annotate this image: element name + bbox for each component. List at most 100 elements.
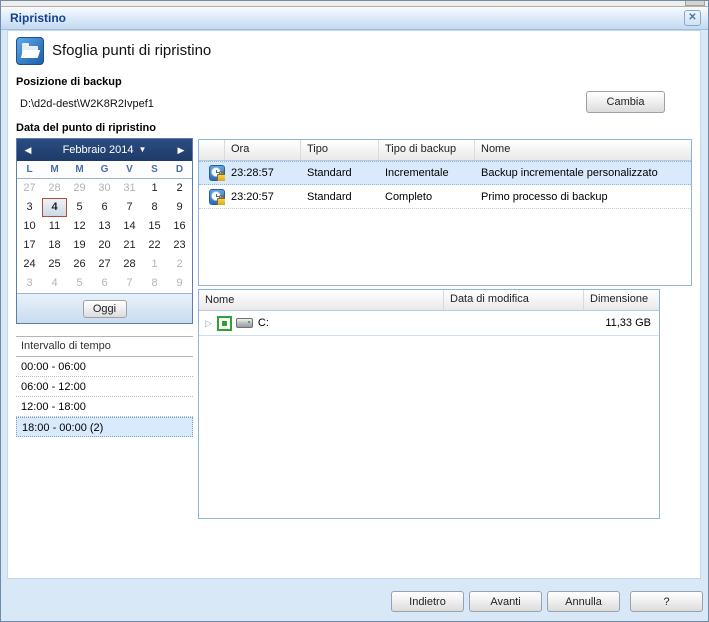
calendar-day[interactable]: 4: [42, 274, 67, 293]
column-header-dimensione[interactable]: Dimensione: [584, 290, 659, 310]
backup-location-path: D:\d2d-dest\W2K8R2Ivpef1: [20, 98, 154, 110]
calendar-day[interactable]: 9: [167, 274, 192, 293]
restore-point-backup-type: Incrementale: [385, 167, 449, 179]
volumes-body: ▷ C: 11,33 GB: [199, 311, 659, 336]
time-range-item[interactable]: 18:00 - 00:00 (2): [16, 417, 193, 437]
calendar-day[interactable]: 16: [167, 217, 192, 236]
calendar-day-headers: L M M G V S D: [17, 161, 192, 179]
time-range-item[interactable]: 00:00 - 06:00: [16, 357, 193, 377]
cancel-button[interactable]: Annulla: [547, 591, 620, 612]
calendar-day[interactable]: 9: [167, 198, 192, 217]
lock-icon: [217, 194, 225, 205]
dialog-content: Sfoglia punti di ripristino Posizione di…: [7, 30, 701, 579]
recovery-point-clock-lock-icon: [209, 188, 225, 205]
restore-point-name: Primo processo di backup: [481, 190, 608, 203]
time-range-item[interactable]: 12:00 - 18:00: [16, 397, 193, 417]
calendar-prev-icon[interactable]: ◀: [21, 139, 35, 161]
restore-points-body: 23:28:57 Standard Incrementale Backup incre…: [199, 161, 691, 209]
window-title: Ripristino: [10, 11, 66, 25]
calendar-day[interactable]: 6: [92, 274, 117, 293]
calendar-next-icon[interactable]: ▶: [174, 139, 188, 161]
calendar-day[interactable]: 27: [92, 255, 117, 274]
help-button[interactable]: ?: [630, 591, 703, 612]
column-header-tipo[interactable]: Tipo: [301, 140, 379, 160]
back-button[interactable]: Indietro: [391, 591, 464, 612]
volumes-header: Nome Data di modifica Dimensione: [199, 290, 659, 311]
calendar-day[interactable]: 2: [167, 179, 192, 198]
calendar-day[interactable]: 27: [17, 179, 42, 198]
calendar-day[interactable]: 8: [142, 198, 167, 217]
calendar-day[interactable]: 22: [142, 236, 167, 255]
restore-point-time: 23:20:57: [231, 190, 274, 203]
volumes-table: Nome Data di modifica Dimensione ▷ C: 11,3…: [198, 289, 660, 519]
calendar-day[interactable]: 2: [167, 255, 192, 274]
column-header-nome[interactable]: Nome: [199, 290, 444, 310]
calendar-day[interactable]: 7: [117, 274, 142, 293]
calendar-day[interactable]: 31: [117, 179, 142, 198]
restore-point-time: 23:28:57: [231, 167, 274, 179]
calendar-day[interactable]: 3: [17, 198, 42, 217]
background-window-fragment: [685, 1, 705, 6]
calendar-day[interactable]: 7: [117, 198, 142, 217]
restore-point-row[interactable]: 23:28:57 Standard Incrementale Backup incre…: [199, 161, 691, 185]
calendar-day[interactable]: 13: [92, 217, 117, 236]
calendar-day[interactable]: 1: [142, 179, 167, 198]
column-header-ora[interactable]: Ora: [225, 140, 301, 160]
time-range-item[interactable]: 06:00 - 12:00: [16, 377, 193, 397]
calendar-day[interactable]: 18: [42, 236, 67, 255]
column-header-tipo-di-backup[interactable]: Tipo di backup: [379, 140, 475, 160]
calendar-day[interactable]: 25: [42, 255, 67, 274]
restore-point-type: Standard: [307, 190, 352, 203]
calendar-day[interactable]: 1: [142, 255, 167, 274]
calendar-day[interactable]: 5: [67, 274, 92, 293]
calendar-day[interactable]: 26: [67, 255, 92, 274]
calendar-day[interactable]: 10: [17, 217, 42, 236]
calendar-day[interactable]: 19: [67, 236, 92, 255]
calendar-day[interactable]: 17: [17, 236, 42, 255]
change-button[interactable]: Cambia: [586, 91, 665, 113]
restore-points-header: Ora Tipo Tipo di backup Nome: [199, 140, 691, 161]
calendar-day[interactable]: 15: [142, 217, 167, 236]
title-bar: Ripristino ✕: [1, 7, 708, 30]
calendar-day[interactable]: 12: [67, 217, 92, 236]
calendar-day[interactable]: 28: [117, 255, 142, 274]
column-header-nome[interactable]: Nome: [475, 140, 691, 160]
calendar-grid: 27 28 29 30 31 1 2 3 4 5 6 7 8 9 10 11 12 13 14 15 16 17 18 19 2…: [17, 179, 192, 293]
volume-size: 11,33 GB: [605, 317, 651, 329]
time-range-panel: Intervallo di tempo 00:00 - 06:00 06:00 -…: [16, 336, 193, 437]
close-icon[interactable]: ✕: [684, 10, 701, 26]
volume-checkbox[interactable]: [216, 315, 232, 331]
calendar-day[interactable]: 29: [67, 179, 92, 198]
restore-point-backup-type: Completo: [385, 190, 433, 203]
calendar-day[interactable]: 20: [92, 236, 117, 255]
restore-point-row[interactable]: 23:20:57 Standard Completo Primo processo d…: [199, 185, 691, 209]
backup-location-label: Posizione di backup: [16, 76, 122, 88]
calendar-footer: Oggi: [17, 293, 192, 323]
calendar-day[interactable]: 8: [142, 274, 167, 293]
calendar-day[interactable]: 28: [42, 179, 67, 198]
next-button[interactable]: Avanti: [469, 591, 542, 612]
calendar-day[interactable]: 21: [117, 236, 142, 255]
restore-points-table: Ora Tipo Tipo di backup Nome 23:28:57 Sta…: [198, 139, 692, 286]
calendar-day[interactable]: 23: [167, 236, 192, 255]
calendar-day[interactable]: 3: [17, 274, 42, 293]
calendar-day[interactable]: 11: [42, 217, 67, 236]
restore-point-type: Standard: [307, 167, 352, 179]
volume-name: C:: [257, 317, 269, 329]
expand-icon[interactable]: ▷: [205, 318, 212, 329]
calendar-day[interactable]: 30: [92, 179, 117, 198]
column-header-data-di-modifica[interactable]: Data di modifica: [444, 290, 584, 310]
recovery-point-clock-lock-icon: [209, 165, 225, 181]
calendar-month-dropdown[interactable]: Febbraio 2014: [63, 144, 134, 156]
calendar-day[interactable]: 24: [17, 255, 42, 274]
calendar-day[interactable]: 14: [117, 217, 142, 236]
lock-icon: [217, 171, 225, 181]
volume-row[interactable]: ▷ C: 11,33 GB: [199, 311, 659, 336]
calendar-day[interactable]: 6: [92, 198, 117, 217]
calendar-day[interactable]: 5: [67, 198, 92, 217]
today-button[interactable]: Oggi: [82, 299, 127, 318]
restore-point-name: Backup incrementale personalizzato: [481, 167, 658, 179]
calendar-day[interactable]: 4: [42, 198, 67, 217]
page-title: Sfoglia punti di ripristino: [52, 42, 212, 59]
chevron-down-icon[interactable]: ▼: [139, 145, 147, 154]
